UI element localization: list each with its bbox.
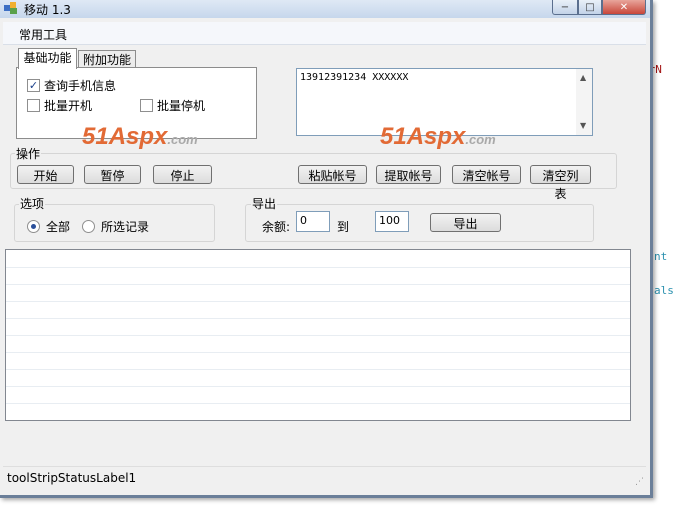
accounts-text: 13912391234 XXXXXX — [300, 72, 409, 83]
checkbox-label: 批量开机 — [44, 99, 93, 113]
radio-label: 全部 — [46, 220, 71, 234]
start-button[interactable]: 开始 — [17, 165, 74, 184]
app-icon — [4, 2, 17, 14]
checkbox-label: 批量停机 — [157, 99, 206, 113]
scroll-down-icon[interactable]: ▼ — [580, 121, 586, 130]
list-row-divider — [6, 284, 630, 285]
scroll-up-icon[interactable]: ▲ — [580, 73, 586, 82]
watermark-logo: 51Aspx.com — [82, 123, 198, 150]
extract-accounts-button[interactable]: 提取帐号 — [376, 165, 441, 184]
code-fragment: als — [654, 284, 674, 297]
balance-from-input[interactable]: 0 — [296, 211, 330, 232]
status-bar: toolStripStatusLabel1 ⋰ — [3, 466, 646, 489]
balance-to-input[interactable]: 100 — [375, 211, 409, 232]
list-row-divider — [6, 352, 630, 353]
export-button[interactable]: 导出 — [430, 213, 501, 232]
batch-activate-checkbox[interactable]: 批量开机 — [27, 97, 92, 114]
query-info-checkbox[interactable]: ✓ 查询手机信息 — [27, 77, 116, 94]
batch-suspend-checkbox[interactable]: 批量停机 — [140, 97, 205, 114]
results-list[interactable] — [5, 249, 631, 421]
status-label: toolStripStatusLabel1 — [7, 471, 137, 485]
to-label: 到 — [337, 220, 350, 234]
export-group-label: 导出 — [251, 195, 278, 212]
check-icon: ✓ — [27, 79, 40, 92]
app-window: 移动 1.3 − □ ✕ 常用工具 基础功能 附加功能 ✓ 查询手机信息 批量开… — [0, 0, 653, 498]
clear-accounts-button[interactable]: 清空帐号 — [452, 165, 521, 184]
code-fragment: nt — [654, 250, 668, 263]
checkbox-label: 查询手机信息 — [44, 79, 117, 93]
balance-label: 余额: — [262, 220, 291, 234]
tab-additional[interactable]: 附加功能 — [78, 50, 136, 68]
radio-selected-icon — [27, 220, 40, 233]
maximize-button[interactable]: □ — [578, 0, 602, 15]
menu-tools[interactable]: 常用工具 — [19, 26, 67, 43]
list-row-divider — [6, 301, 630, 302]
tab-basic[interactable]: 基础功能 — [18, 48, 77, 69]
vertical-scrollbar[interactable]: ▲ ▼ — [576, 69, 592, 135]
minimize-button[interactable]: − — [552, 0, 578, 15]
list-row-divider — [6, 403, 630, 404]
radio-selected-records[interactable]: 所选记录 — [82, 218, 149, 235]
list-row-divider — [6, 386, 630, 387]
window-title: 移动 1.3 — [24, 3, 71, 17]
title-bar[interactable]: 移动 1.3 − □ ✕ — [0, 0, 650, 18]
options-group-label: 选项 — [19, 195, 46, 212]
watermark-logo: 51Aspx.com — [380, 123, 496, 150]
stop-button[interactable]: 停止 — [153, 165, 212, 184]
operations-group-label: 操作 — [15, 145, 42, 162]
radio-label: 所选记录 — [101, 220, 150, 234]
list-row-divider — [6, 318, 630, 319]
list-row-divider — [6, 335, 630, 336]
list-row-divider — [6, 267, 630, 268]
resize-grip-icon[interactable]: ⋰ — [635, 477, 644, 487]
radio-unselected-icon — [82, 220, 95, 233]
list-row-divider — [6, 369, 630, 370]
menu-bar: 常用工具 — [3, 22, 646, 45]
close-button[interactable]: ✕ — [602, 0, 646, 15]
pause-button[interactable]: 暂停 — [84, 165, 141, 184]
clear-list-button[interactable]: 清空列表 — [530, 165, 591, 201]
radio-all[interactable]: 全部 — [27, 218, 70, 235]
paste-accounts-button[interactable]: 粘贴帐号 — [298, 165, 367, 184]
